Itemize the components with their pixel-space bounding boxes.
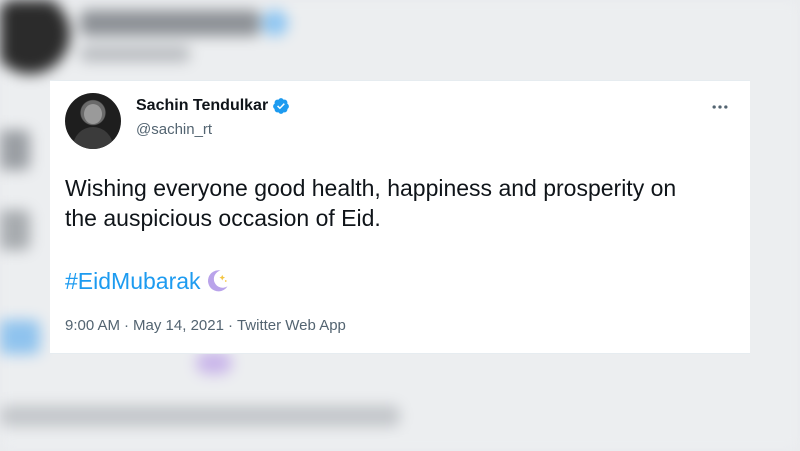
more-dots-icon <box>712 105 728 109</box>
author-row: Sachin Tendulkar <box>136 97 290 115</box>
tweet-source[interactable]: Twitter Web App <box>237 317 346 334</box>
meta-separator: · <box>124 317 130 334</box>
crescent-moon-icon <box>203 267 231 295</box>
avatar-shoulders <box>73 127 113 149</box>
blurred-emoji <box>196 352 232 374</box>
blurred-handle <box>80 46 190 62</box>
blurred-text <box>0 210 30 250</box>
verified-badge-icon <box>272 97 290 115</box>
blurred-meta <box>0 405 400 427</box>
author-handle[interactable]: @sachin_rt <box>136 121 212 138</box>
tweet-time[interactable]: 9:00 AM <box>65 317 120 334</box>
hashtag-link[interactable]: #EidMubarak <box>65 268 201 295</box>
blurred-avatar <box>0 0 70 74</box>
tweet-card: Sachin Tendulkar @sachin_rt Wishing ever… <box>50 80 750 354</box>
blurred-badge <box>262 10 288 36</box>
tweet-meta: 9:00 AM · May 14, 2021 · Twitter Web App <box>65 317 346 334</box>
tweet-text: Wishing everyone good health, happiness … <box>65 175 677 231</box>
blurred-text <box>0 130 30 170</box>
meta-separator: · <box>227 317 233 334</box>
more-options-button[interactable] <box>708 95 732 119</box>
blurred-name <box>80 10 260 36</box>
avatar-face <box>84 104 102 124</box>
author-name[interactable]: Sachin Tendulkar <box>136 97 268 115</box>
tweet-date[interactable]: May 14, 2021 <box>133 317 224 334</box>
avatar[interactable] <box>65 93 121 149</box>
blurred-hashtag <box>0 320 40 354</box>
hashtag-row: #EidMubarak <box>65 267 231 295</box>
